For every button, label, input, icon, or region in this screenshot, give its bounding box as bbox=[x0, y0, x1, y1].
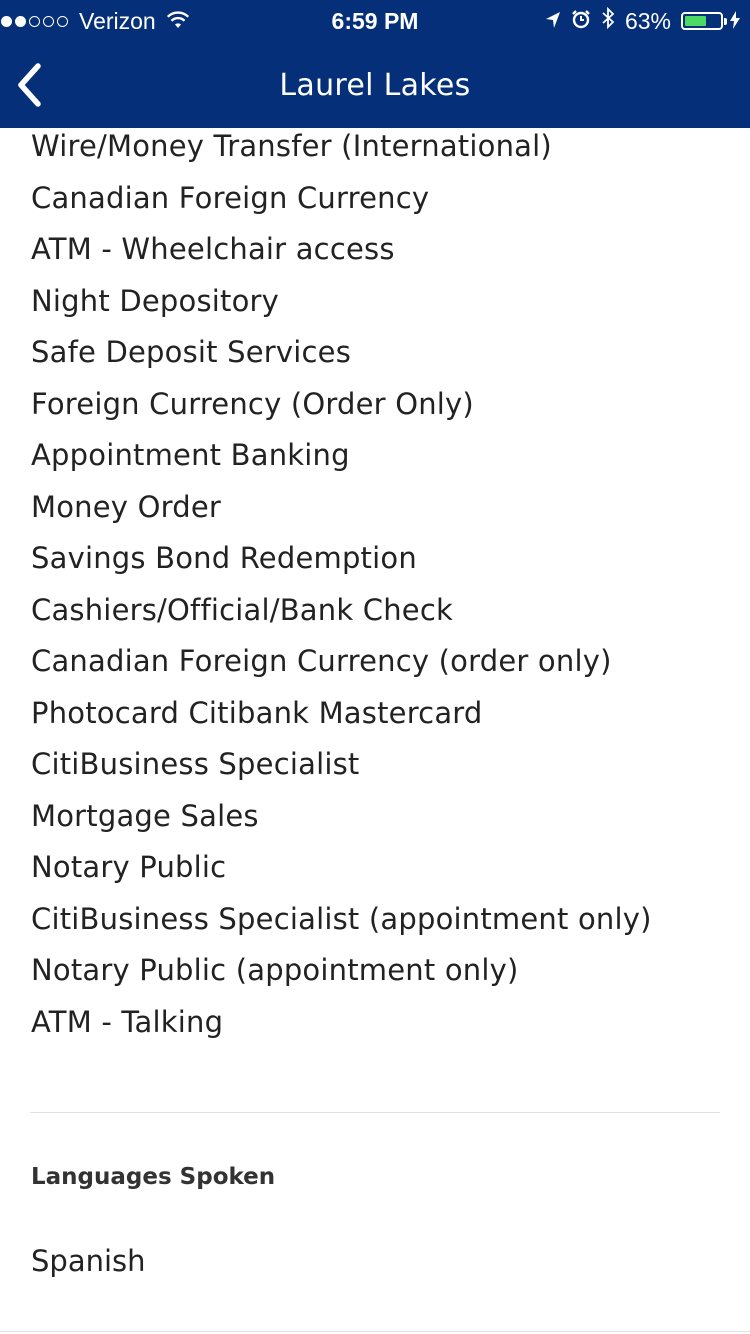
page-title: Laurel Lakes bbox=[279, 68, 471, 103]
section-divider bbox=[30, 1112, 720, 1113]
service-item: Notary Public bbox=[31, 850, 227, 884]
alarm-icon bbox=[571, 8, 591, 35]
battery-icon bbox=[681, 12, 727, 30]
service-item: Savings Bond Redemption bbox=[31, 541, 417, 575]
battery-percent: 63% bbox=[624, 7, 671, 34]
service-item: ATM - Talking bbox=[31, 1004, 224, 1039]
status-bar: Verizon 6:59 PM 63% bbox=[0, 0, 750, 40]
service-item: Foreign Currency (Order Only) bbox=[31, 386, 474, 421]
service-item: Canadian Foreign Currency bbox=[31, 180, 430, 215]
service-item: Safe Deposit Services bbox=[31, 335, 352, 369]
bottom-divider bbox=[0, 1331, 750, 1332]
service-item: CitiBusiness Specialist (appointment onl… bbox=[31, 901, 652, 936]
service-item: Appointment Banking bbox=[31, 438, 350, 472]
service-item: ATM - Wheelchair access bbox=[31, 232, 395, 266]
charging-bolt-icon bbox=[730, 8, 740, 35]
service-item: Mortgage Sales bbox=[31, 798, 259, 833]
service-item: Notary Public (appointment only) bbox=[31, 953, 519, 987]
location-arrow-icon bbox=[545, 8, 561, 35]
top-bar: Verizon 6:59 PM 63% Laurel Lakes bbox=[0, 0, 750, 128]
service-item: Wire/Money Transfer (International) bbox=[31, 129, 552, 163]
service-item: Night Depository bbox=[31, 283, 280, 318]
bluetooth-icon bbox=[601, 6, 615, 35]
battery-level bbox=[685, 16, 707, 26]
languages-section-header: Languages Spoken bbox=[31, 1164, 276, 1190]
services-list: Wire/Money Transfer (International) Cana… bbox=[31, 124, 652, 1051]
language-item: Spanish bbox=[31, 1244, 146, 1278]
service-item: Canadian Foreign Currency (order only) bbox=[31, 644, 612, 678]
service-item: CitiBusiness Specialist bbox=[31, 747, 360, 781]
service-item: Money Order bbox=[31, 489, 221, 524]
service-item: Photocard Citibank Mastercard bbox=[31, 695, 483, 730]
navigation-bar: Laurel Lakes bbox=[0, 40, 750, 128]
service-item: Cashiers/Official/Bank Check bbox=[31, 592, 453, 627]
